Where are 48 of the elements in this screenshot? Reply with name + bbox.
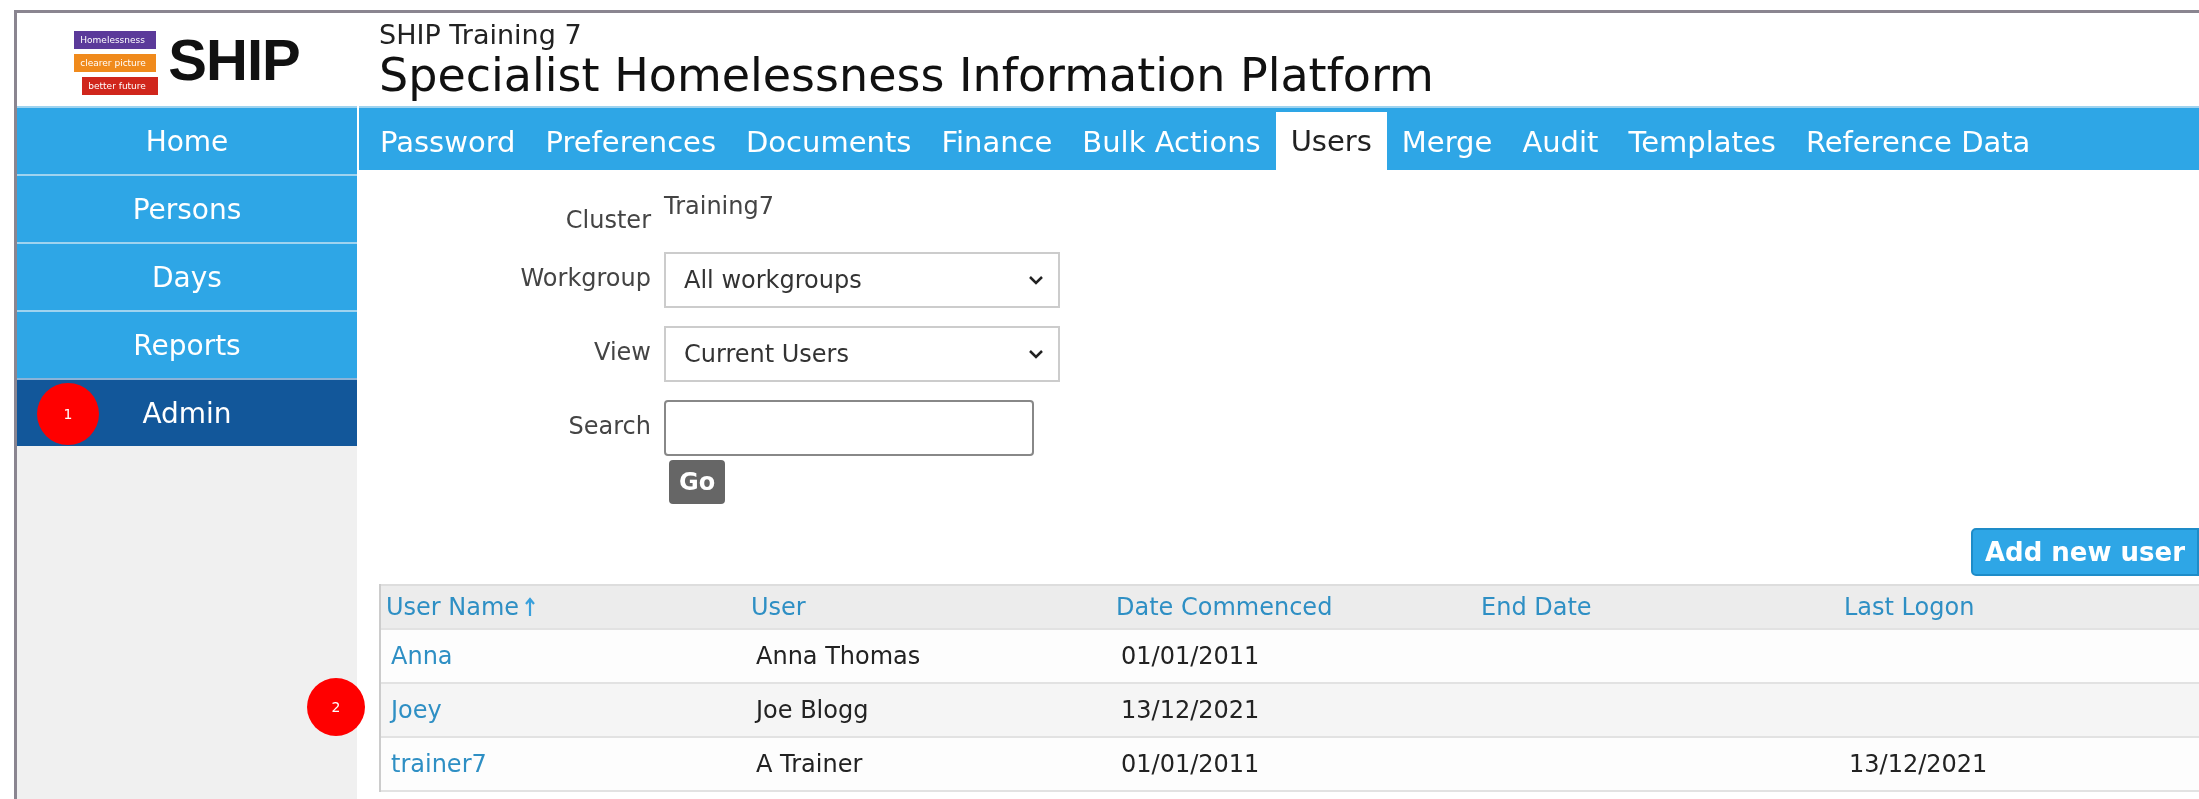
logo-ribbon: better future [82, 76, 159, 95]
field-label: Search [567, 411, 651, 442]
nav-item[interactable]: Home [17, 106, 357, 174]
table-cell: 01/01/2011 [1121, 642, 1260, 670]
table-cell: A Trainer [756, 750, 863, 778]
sort-arrow-icon [525, 597, 536, 617]
table-cell: 13/12/2021 [1849, 750, 1988, 778]
table-cell: 01/01/2011 [1121, 750, 1260, 778]
nav-item[interactable]: Reports [17, 310, 357, 378]
tab[interactable]: Reference Data [1790, 114, 2046, 170]
tab[interactable]: Merge [1386, 114, 1508, 170]
column-header[interactable]: Date Commenced [1111, 593, 1476, 621]
dropdown[interactable]: Current Users [664, 326, 1060, 382]
logo-ribbon: Homelessness [74, 30, 157, 49]
field-label: View [593, 337, 651, 368]
tab[interactable]: Bulk Actions [1067, 114, 1276, 170]
user-name-link[interactable]: Anna [391, 642, 453, 670]
chevron-down-icon [1028, 275, 1044, 285]
logo-wordmark: SHIP [168, 26, 300, 93]
nav-item[interactable]: Days [17, 242, 357, 310]
field-label: Cluster [564, 205, 651, 234]
column-header[interactable]: User Name [381, 593, 746, 621]
cluster-value: Training7 [664, 191, 775, 220]
nav-item[interactable]: Persons [17, 174, 357, 242]
logo-ribbon: clearer picture [74, 53, 157, 72]
column-header[interactable]: End Date [1476, 593, 1839, 621]
tab[interactable]: Audit [1507, 114, 1614, 170]
field-label: Workgroup [519, 263, 651, 294]
go-button[interactable]: Go [669, 460, 726, 504]
tab[interactable]: Finance [926, 114, 1068, 170]
search-field[interactable] [664, 400, 1034, 456]
site-title: Specialist Homelessness Information Platform [379, 49, 1435, 100]
table-cell: Anna Thomas [756, 642, 921, 670]
user-name-link[interactable]: Joey [391, 696, 442, 724]
add-user-button[interactable]: Add new user [1970, 528, 2199, 576]
tab[interactable]: Users [1275, 112, 1387, 170]
user-name-link[interactable]: trainer7 [391, 750, 487, 778]
chevron-down-icon [1028, 349, 1044, 359]
tab[interactable]: Password [365, 114, 531, 170]
column-header[interactable]: Last Logon [1839, 593, 2199, 621]
table-cell: Joe Blogg [756, 696, 869, 724]
tab[interactable]: Documents [731, 114, 927, 170]
column-header[interactable]: User [746, 593, 1111, 621]
site-subtitle: SHIP Training 7 [379, 19, 583, 50]
table-cell: 13/12/2021 [1121, 696, 1260, 724]
dropdown[interactable]: All workgroups [664, 252, 1060, 308]
tab[interactable]: Templates [1613, 114, 1791, 170]
tab[interactable]: Preferences [530, 114, 732, 170]
